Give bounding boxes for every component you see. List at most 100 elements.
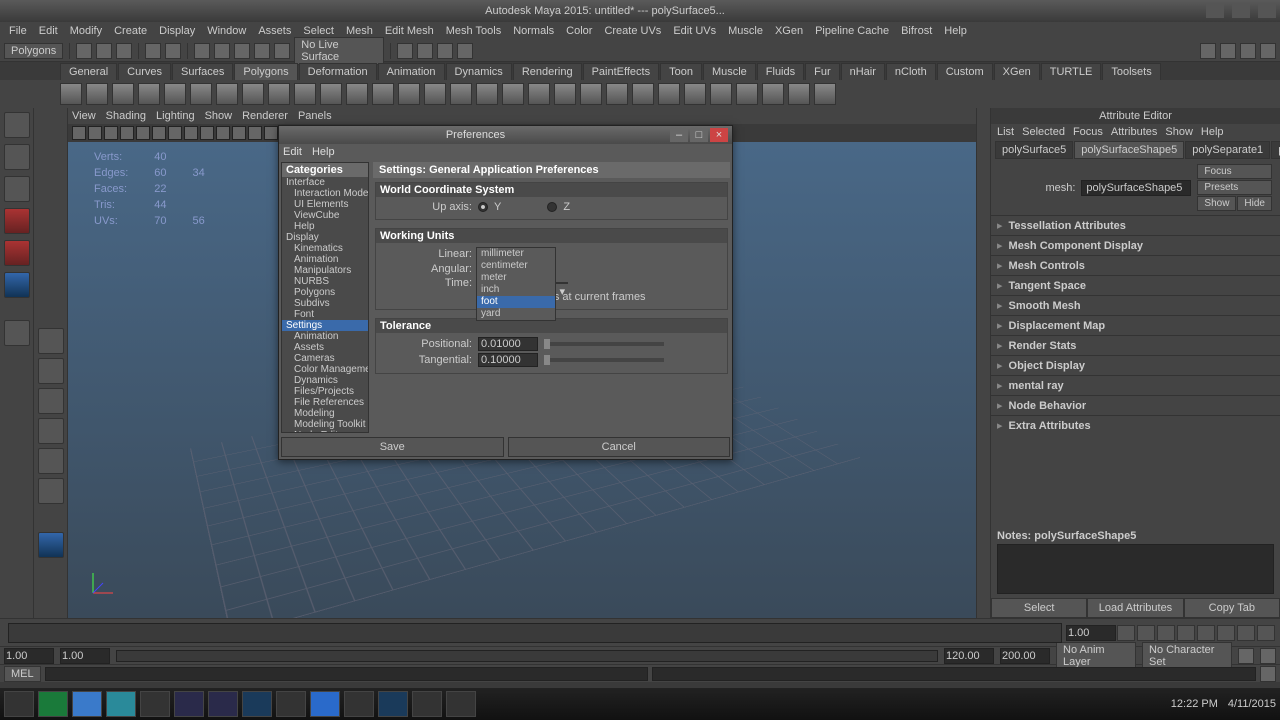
shelf-tab-rendering[interactable]: Rendering (513, 63, 582, 80)
channel-box-toggle-icon[interactable] (1260, 43, 1276, 59)
save-scene-icon[interactable] (116, 43, 132, 59)
attr-section[interactable]: ▸mental ray (991, 375, 1280, 395)
shelf-icon-17[interactable] (502, 83, 524, 105)
attr-section[interactable]: ▸Tangent Space (991, 275, 1280, 295)
range-track[interactable] (116, 650, 938, 662)
category-item[interactable]: Color Management (282, 364, 368, 375)
excel-icon[interactable] (38, 691, 68, 717)
snap-point-icon[interactable] (234, 43, 250, 59)
category-item[interactable]: UI Elements (282, 199, 368, 210)
prefs-close-button[interactable]: × (710, 128, 728, 142)
autokey-icon[interactable] (1238, 648, 1254, 664)
goto-end-icon[interactable] (1257, 625, 1275, 641)
menu-edit-uvs[interactable]: Edit UVs (668, 25, 721, 37)
close-button[interactable] (1258, 4, 1276, 18)
menu-display[interactable]: Display (154, 25, 200, 37)
redo-icon[interactable] (165, 43, 181, 59)
panel-icon-7[interactable] (184, 126, 198, 140)
move-tool-icon[interactable] (4, 208, 30, 234)
menu-bifrost[interactable]: Bifrost (896, 25, 937, 37)
unit-option[interactable]: millimeter (477, 248, 555, 260)
menu-help[interactable]: Help (939, 25, 972, 37)
four-view-icon[interactable] (38, 358, 64, 384)
upaxis-z-radio[interactable] (547, 202, 557, 212)
select-button[interactable]: Select (991, 598, 1087, 618)
time-slider-track[interactable] (8, 623, 1062, 643)
category-item[interactable]: Kinematics (282, 243, 368, 254)
panel-icon-5[interactable] (152, 126, 166, 140)
shelf-icon-3[interactable] (138, 83, 160, 105)
shelf-tab-fluids[interactable]: Fluids (757, 63, 804, 80)
shelf-icon-15[interactable] (450, 83, 472, 105)
system-tray[interactable]: 12:22 PM 4/11/2015 (1171, 698, 1276, 710)
undo-icon[interactable] (145, 43, 161, 59)
script-mode-dropdown[interactable]: MEL (4, 666, 41, 682)
category-item[interactable]: Dynamics (282, 375, 368, 386)
outliner-layout-icon[interactable] (38, 418, 64, 444)
positional-slider[interactable] (544, 342, 664, 346)
attr-section[interactable]: ▸Mesh Component Display (991, 235, 1280, 255)
shelf-icon-0[interactable] (60, 83, 82, 105)
mail-icon[interactable] (310, 691, 340, 717)
shelf-icon-25[interactable] (710, 83, 732, 105)
photoshop-icon[interactable] (242, 691, 272, 717)
shelf-icon-13[interactable] (398, 83, 420, 105)
menu-create[interactable]: Create (109, 25, 152, 37)
menu-modify[interactable]: Modify (65, 25, 107, 37)
attr-menu-attributes[interactable]: Attributes (1111, 126, 1157, 138)
notes-textarea[interactable] (997, 544, 1274, 594)
menu-normals[interactable]: Normals (508, 25, 559, 37)
paint-select-tool-icon[interactable] (4, 176, 30, 202)
new-scene-icon[interactable] (76, 43, 92, 59)
attr-section[interactable]: ▸Smooth Mesh (991, 295, 1280, 315)
panel-icon-6[interactable] (168, 126, 182, 140)
category-item[interactable]: Manipulators (282, 265, 368, 276)
shelf-tab-surfaces[interactable]: Surfaces (172, 63, 233, 80)
shelf-tab-turtle[interactable]: TURTLE (1041, 63, 1102, 80)
range-start-input[interactable] (60, 648, 110, 664)
attr-section[interactable]: ▸Tessellation Attributes (991, 215, 1280, 235)
moduleset-dropdown[interactable]: Polygons (4, 43, 63, 59)
shelf-icon-16[interactable] (476, 83, 498, 105)
shelf-icon-6[interactable] (216, 83, 238, 105)
category-item[interactable]: File References (282, 397, 368, 408)
panel-icon-0[interactable] (72, 126, 86, 140)
live-surface-dropdown[interactable]: No Live Surface (294, 37, 384, 65)
modeling-toolkit-icon[interactable] (38, 532, 64, 558)
category-item[interactable]: Help (282, 221, 368, 232)
recorder-icon[interactable] (276, 691, 306, 717)
panel-menu-shading[interactable]: Shading (106, 110, 146, 122)
menu-mesh-tools[interactable]: Mesh Tools (441, 25, 506, 37)
aftereffects-icon[interactable] (208, 691, 238, 717)
unit-option[interactable]: foot (477, 296, 555, 308)
shelf-tab-nhair[interactable]: nHair (841, 63, 885, 80)
persp-graph-icon[interactable] (38, 448, 64, 474)
prefs-titlebar[interactable]: Preferences – □ × (279, 126, 732, 144)
tool-settings-toggle-icon[interactable] (1240, 43, 1256, 59)
play-back-icon[interactable] (1177, 625, 1195, 641)
attr-section[interactable]: ▸Node Behavior (991, 395, 1280, 415)
play-forward-icon[interactable] (1197, 625, 1215, 641)
prefs-minimize-button[interactable]: – (670, 128, 688, 142)
current-frame-input[interactable] (1066, 625, 1116, 641)
shelf-tab-dynamics[interactable]: Dynamics (446, 63, 512, 80)
shelf-tab-toolsets[interactable]: Toolsets (1102, 63, 1160, 80)
maya-icon[interactable] (106, 691, 136, 717)
category-item[interactable]: Node Editor (282, 430, 368, 432)
category-item[interactable]: Modeling Toolkit (282, 419, 368, 430)
prefs-edit-menu[interactable]: Edit (283, 146, 302, 158)
render-settings-icon[interactable] (437, 43, 453, 59)
panel-icon-2[interactable] (104, 126, 118, 140)
panel-icon-1[interactable] (88, 126, 102, 140)
category-item[interactable]: Animation (282, 331, 368, 342)
shelf-icon-5[interactable] (190, 83, 212, 105)
render-icon[interactable] (397, 43, 413, 59)
minimize-button[interactable] (1206, 4, 1224, 18)
category-item[interactable]: Animation (282, 254, 368, 265)
category-item[interactable]: Files/Projects (282, 386, 368, 397)
range-end-input[interactable] (944, 648, 994, 664)
panel-menu-panels[interactable]: Panels (298, 110, 332, 122)
tangential-slider[interactable] (544, 358, 664, 362)
shelf-icon-1[interactable] (86, 83, 108, 105)
save-button[interactable]: Save (281, 437, 504, 457)
